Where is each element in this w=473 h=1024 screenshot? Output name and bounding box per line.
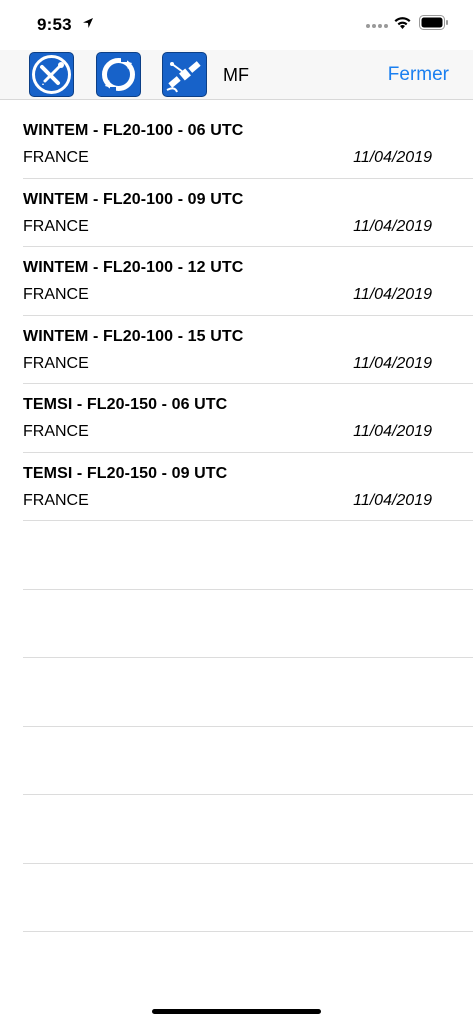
item-region: FRANCE xyxy=(23,217,89,235)
item-date: 11/04/2019 xyxy=(353,217,432,235)
item-region: FRANCE xyxy=(23,149,89,166)
refresh-button[interactable] xyxy=(96,52,141,97)
item-date: 11/04/2019 xyxy=(353,491,432,509)
empty-row xyxy=(23,590,473,658)
item-region: FRANCE xyxy=(23,491,89,509)
item-date: 11/04/2019 xyxy=(353,286,432,303)
provider-label: MF xyxy=(223,65,249,85)
tools-button[interactable] xyxy=(29,52,74,97)
tools-icon xyxy=(32,55,71,94)
list-item[interactable]: WINTEM - FL20-100 - 06 UTC FRANCE 11/04/… xyxy=(23,110,473,179)
wifi-icon xyxy=(394,17,411,29)
home-indicator[interactable] xyxy=(152,1009,321,1014)
status-bar: 9:53 xyxy=(0,0,473,50)
item-date: 11/04/2019 xyxy=(353,423,432,440)
item-title: TEMSI - FL20-150 - 06 UTC xyxy=(23,396,228,413)
empty-row xyxy=(23,521,473,590)
battery-icon xyxy=(419,15,448,30)
item-title: TEMSI - FL20-150 - 09 UTC xyxy=(23,464,228,482)
list-item[interactable]: WINTEM - FL20-100 - 15 UTC FRANCE 11/04/… xyxy=(23,316,473,384)
item-region: FRANCE xyxy=(23,423,89,440)
list-item[interactable]: WINTEM - FL20-100 - 09 UTC FRANCE 11/04/… xyxy=(23,179,473,247)
refresh-icon xyxy=(102,58,135,91)
item-region: FRANCE xyxy=(23,354,89,372)
list-item[interactable]: WINTEM - FL20-100 - 12 UTC FRANCE 11/04/… xyxy=(23,247,473,316)
list-item[interactable]: TEMSI - FL20-150 - 09 UTC FRANCE 11/04/2… xyxy=(23,453,473,521)
item-title: WINTEM - FL20-100 - 06 UTC xyxy=(23,122,244,139)
satellite-button[interactable] xyxy=(162,52,207,97)
empty-row xyxy=(23,727,473,795)
item-date: 11/04/2019 xyxy=(353,354,432,372)
item-title: WINTEM - FL20-100 - 15 UTC xyxy=(23,327,244,345)
empty-row xyxy=(23,864,473,932)
item-title: WINTEM - FL20-100 - 12 UTC xyxy=(23,259,244,276)
item-date: 11/04/2019 xyxy=(353,149,432,166)
item-region: FRANCE xyxy=(23,286,89,303)
close-button[interactable]: Fermer xyxy=(388,64,449,86)
item-title: WINTEM - FL20-100 - 09 UTC xyxy=(23,190,244,208)
list-item[interactable]: TEMSI - FL20-150 - 06 UTC FRANCE 11/04/2… xyxy=(23,384,473,453)
cellular-signal-icon xyxy=(366,24,388,28)
satellite-icon xyxy=(166,61,201,93)
empty-row xyxy=(23,795,473,864)
empty-row xyxy=(23,658,473,727)
chart-list: WINTEM - FL20-100 - 06 UTC FRANCE 11/04/… xyxy=(0,110,473,932)
location-arrow-icon xyxy=(83,18,93,28)
status-time: 9:53 xyxy=(37,15,72,34)
toolbar: MF Fermer xyxy=(0,50,473,100)
